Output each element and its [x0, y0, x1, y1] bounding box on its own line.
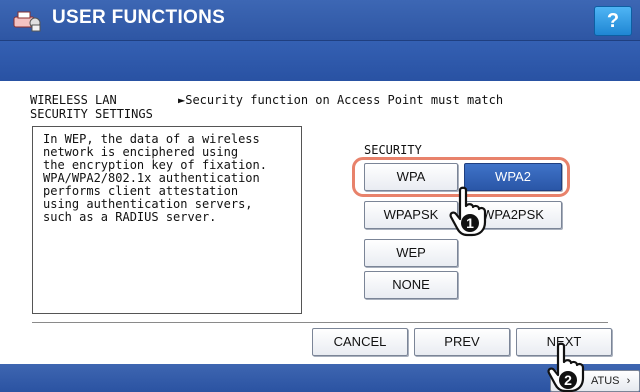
hand-pointer-icon: 1 [449, 186, 487, 237]
description-text: In WEP, the data of a wireless network i… [43, 132, 267, 224]
user-functions-icon [13, 11, 41, 32]
help-button[interactable]: ? [594, 6, 632, 36]
page-heading: WIRELESS LAN SECURITY SETTINGS [30, 93, 153, 121]
info-band [0, 41, 640, 81]
page-heading-line1: WIRELESS LAN [30, 93, 117, 107]
security-label: SECURITY [364, 143, 422, 157]
description-panel: In WEP, the data of a wireless network i… [32, 126, 302, 314]
wpa-button[interactable]: WPA [364, 163, 458, 191]
window-title: USER FUNCTIONS [52, 7, 226, 28]
wpapsk-button[interactable]: WPAPSK [364, 201, 458, 229]
none-button[interactable]: NONE [364, 271, 458, 299]
instruction-text: ►Security function on Access Point must … [178, 93, 504, 107]
job-status-label: ATUS [591, 375, 620, 387]
callout-step-1: 1 [466, 215, 474, 231]
callout-step-2: 2 [564, 372, 572, 388]
divider [32, 322, 608, 323]
cancel-button[interactable]: CANCEL [312, 328, 408, 356]
arrow-right-icon: › [626, 375, 631, 387]
prev-button[interactable]: PREV [414, 328, 510, 356]
hand-pointer-icon: 2 [547, 342, 585, 392]
page-heading-line2: SECURITY SETTINGS [30, 107, 153, 121]
title-bar: USER FUNCTIONS ? [0, 0, 640, 41]
wep-button[interactable]: WEP [364, 239, 458, 267]
